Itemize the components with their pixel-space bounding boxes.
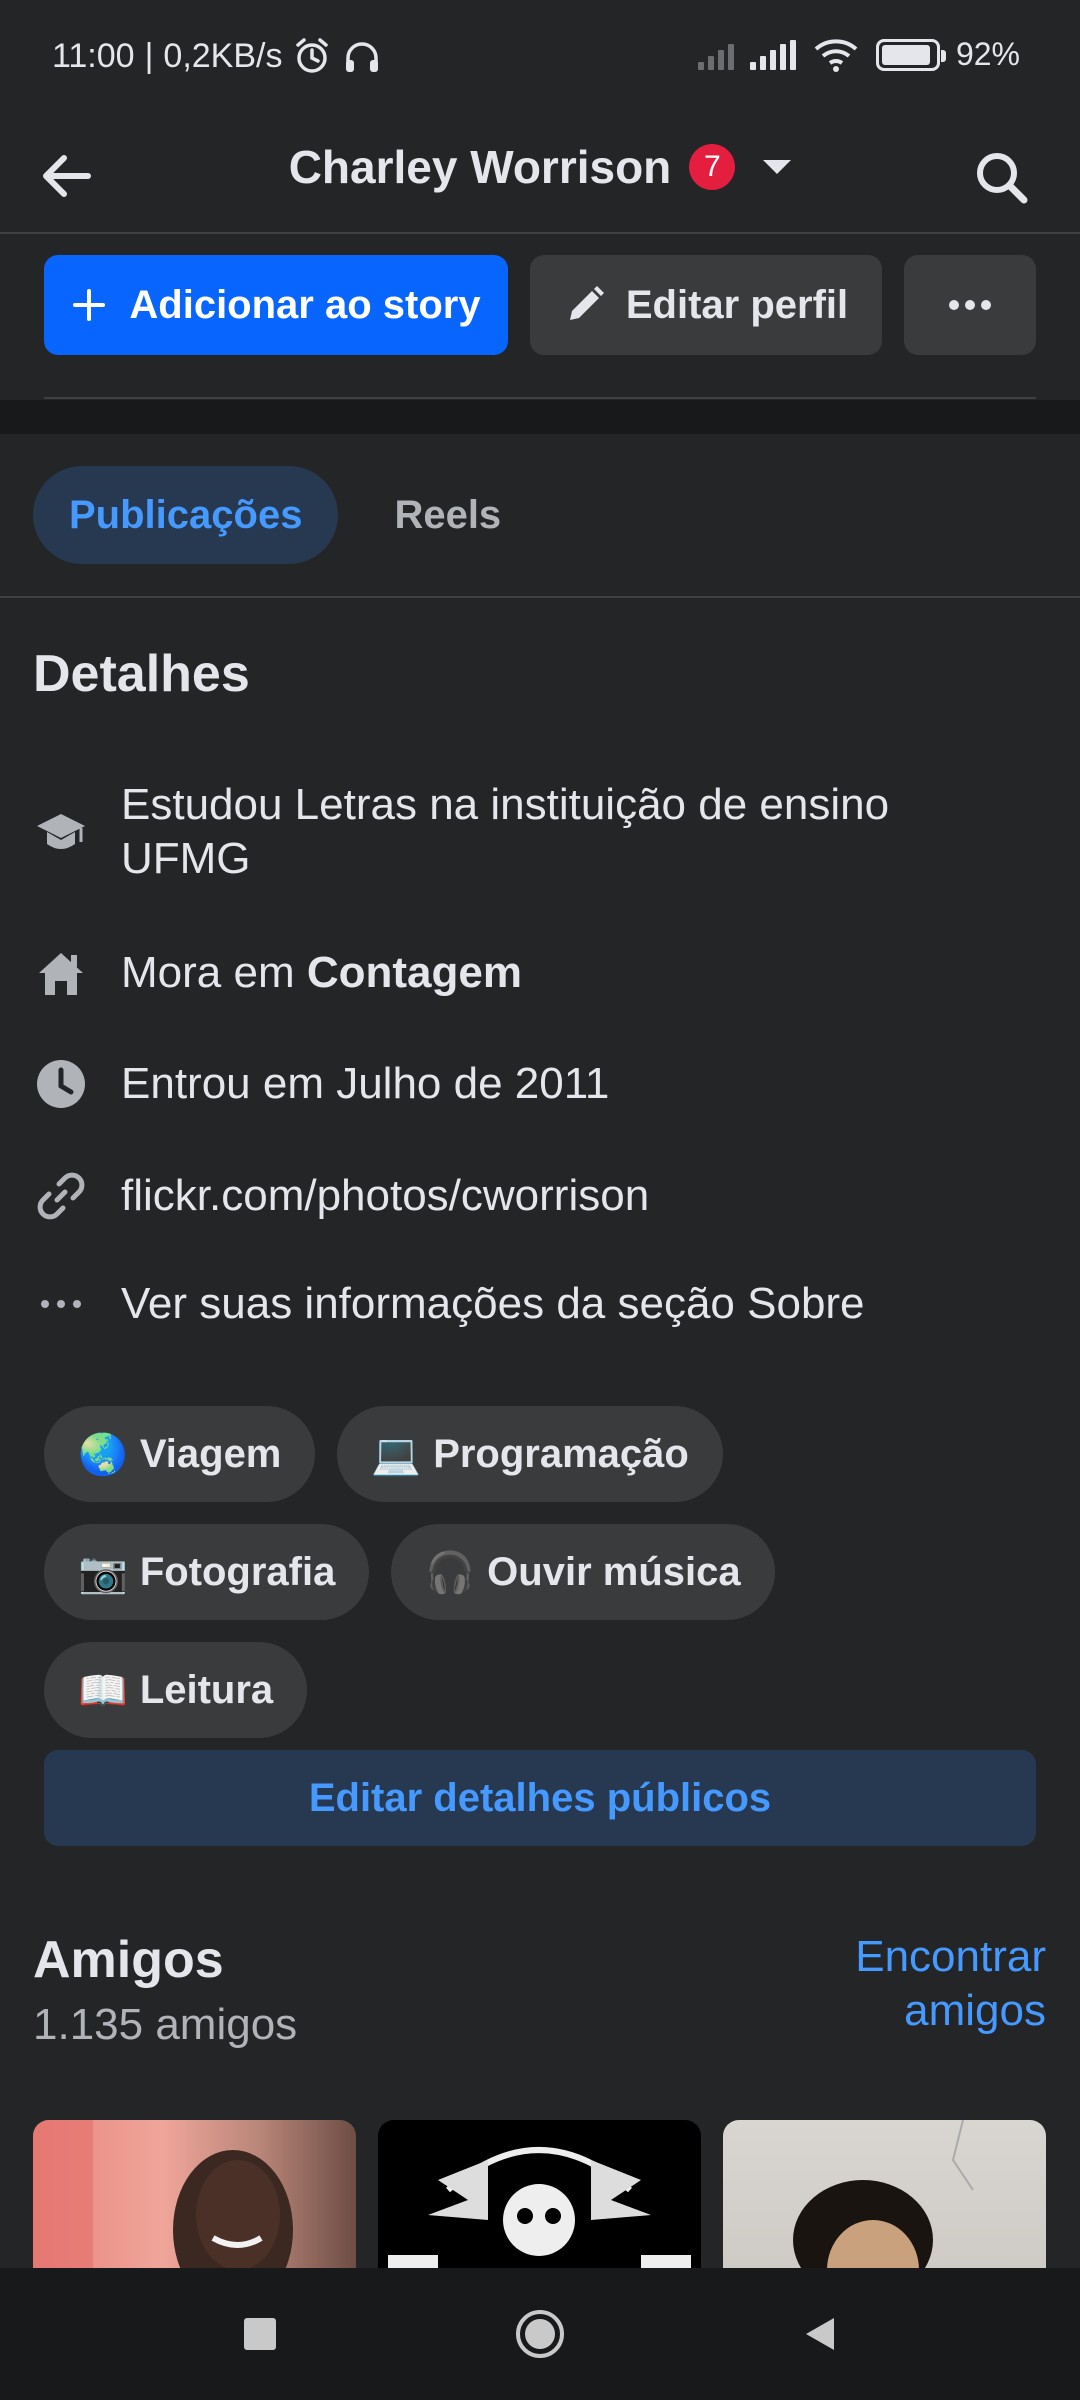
clock-icon [33, 1056, 89, 1112]
interest-chip[interactable]: 🌏 Viagem [44, 1406, 316, 1502]
search-button[interactable] [964, 140, 1040, 216]
battery-percent: 92% [955, 36, 1020, 72]
friends-grid [33, 2120, 1047, 2270]
add-to-story-label: Adicionar ao story [129, 282, 481, 327]
section-separator [0, 400, 1080, 434]
profile-actions: Adicionar ao story Editar perfil [44, 255, 1036, 355]
friend-photo[interactable] [378, 2120, 701, 2270]
book-icon: 📖 [78, 1667, 128, 1714]
signal-sim2-icon [749, 39, 796, 70]
back-nav-button[interactable] [780, 2294, 860, 2374]
interest-label: Fotografia [139, 1549, 336, 1594]
home-icon [33, 945, 89, 1001]
add-to-story-button[interactable]: Adicionar ao story [44, 255, 508, 355]
friend-avatar-image [33, 2120, 293, 2270]
chevron-down-icon [763, 160, 792, 174]
headphones-icon [346, 42, 379, 72]
recent-apps-button[interactable] [220, 2294, 300, 2374]
link-icon [33, 1168, 89, 1224]
status-separator: | [144, 36, 154, 75]
profile-tabs: Publicações Reels [33, 466, 537, 564]
square-icon [244, 2318, 276, 2350]
friends-count: 1.135 amigos [33, 2000, 298, 2049]
location-city: Contagem [306, 948, 522, 997]
system-navigation-bar [0, 2268, 1080, 2400]
status-bar: 11:00 | 0,2KB/s 92% [0, 0, 1080, 120]
signal-sim1-icon [697, 40, 734, 70]
more-options-button[interactable] [904, 255, 1036, 355]
detail-location-text: Mora em Contagem [121, 946, 522, 1000]
wifi-icon [814, 38, 858, 72]
status-bar-left: 11:00 | 0,2KB/s [52, 36, 382, 76]
pencil-icon [569, 286, 604, 320]
interests-list: 🌏 Viagem 💻 Programação 📷 Fotografia 🎧 Ou… [44, 1406, 1036, 1760]
detail-education-text: Estudou Letras na instituição de ensino … [121, 778, 889, 886]
details-heading: Detalhes [33, 645, 250, 703]
circle-icon [516, 2310, 564, 2358]
laptop-icon: 💻 [371, 1431, 422, 1478]
graduation-cap-icon [33, 804, 89, 860]
website-link[interactable]: flickr.com/photos/cworrison [121, 1169, 649, 1223]
detail-see-about[interactable]: Ver suas informações da seção Sobre [33, 1276, 1043, 1332]
divider [0, 596, 1080, 598]
detail-location: Mora em Contagem [33, 945, 1043, 1001]
search-icon [977, 153, 1028, 204]
friend-photo[interactable] [723, 2120, 1046, 2270]
detail-joined-text: Entrou em Julho de 2011 [121, 1059, 610, 1108]
interest-chip[interactable]: 💻 Programação [337, 1406, 723, 1502]
profile-switcher[interactable]: Charley Worrison 7 [0, 140, 1080, 194]
interest-chip[interactable]: 🎧 Ouvir música [391, 1524, 775, 1620]
more-dots-icon [949, 300, 991, 310]
education-line1: Estudou Letras na instituição de ensino [121, 780, 890, 829]
interest-label: Leitura [139, 1667, 274, 1712]
find-friends-line2: amigos [904, 1986, 1046, 2035]
tab-reels[interactable]: Reels [358, 466, 537, 564]
page-title: Charley Worrison [288, 141, 672, 193]
camera-icon: 📷 [78, 1549, 128, 1596]
home-button[interactable] [500, 2294, 580, 2374]
interest-label: Programação [433, 1431, 689, 1476]
detail-website[interactable]: flickr.com/photos/cworrison [33, 1168, 1043, 1224]
alarm-icon [296, 38, 329, 73]
notification-badge: 7 [689, 144, 736, 190]
location-prefix: Mora em [121, 948, 307, 997]
status-bar-right: 92% [697, 36, 1020, 73]
headphones-icon: 🎧 [425, 1549, 476, 1596]
edit-public-details-button[interactable]: Editar detalhes públicos [44, 1750, 1036, 1846]
edit-profile-button[interactable]: Editar perfil [530, 255, 882, 355]
profile-header: Charley Worrison 7 [0, 120, 1080, 234]
battery-icon [875, 38, 946, 71]
edit-profile-label: Editar perfil [625, 282, 849, 327]
interest-chip[interactable]: 📷 Fotografia [44, 1524, 370, 1620]
education-line2: UFMG [121, 834, 251, 883]
status-network-speed: 0,2KB/s [163, 36, 283, 75]
globe-icon: 🌏 [78, 1431, 128, 1478]
interest-label: Viagem [139, 1431, 282, 1476]
friend-avatar-image [793, 2120, 974, 2270]
friend-avatar-image [388, 2147, 691, 2270]
friends-heading: Amigos [33, 1931, 224, 1989]
find-friends-link[interactable]: Encontrar amigos [855, 1930, 1046, 2038]
status-time: 11:00 [52, 36, 135, 75]
triangle-back-icon [806, 2318, 834, 2350]
detail-education: Estudou Letras na instituição de ensino … [33, 778, 1043, 886]
friend-photo[interactable] [33, 2120, 356, 2270]
interest-label: Ouvir música [487, 1549, 741, 1594]
detail-joined: Entrou em Julho de 2011 [33, 1056, 1043, 1112]
tab-publicacoes[interactable]: Publicações [33, 466, 339, 564]
interest-chip[interactable]: 📖 Leitura [44, 1642, 308, 1738]
find-friends-line1: Encontrar [855, 1932, 1046, 1981]
battery-level [881, 44, 930, 65]
divider [44, 397, 1036, 399]
more-dots-icon [33, 1276, 89, 1332]
plus-icon [73, 289, 106, 321]
see-about-text: Ver suas informações da seção Sobre [121, 1279, 865, 1328]
